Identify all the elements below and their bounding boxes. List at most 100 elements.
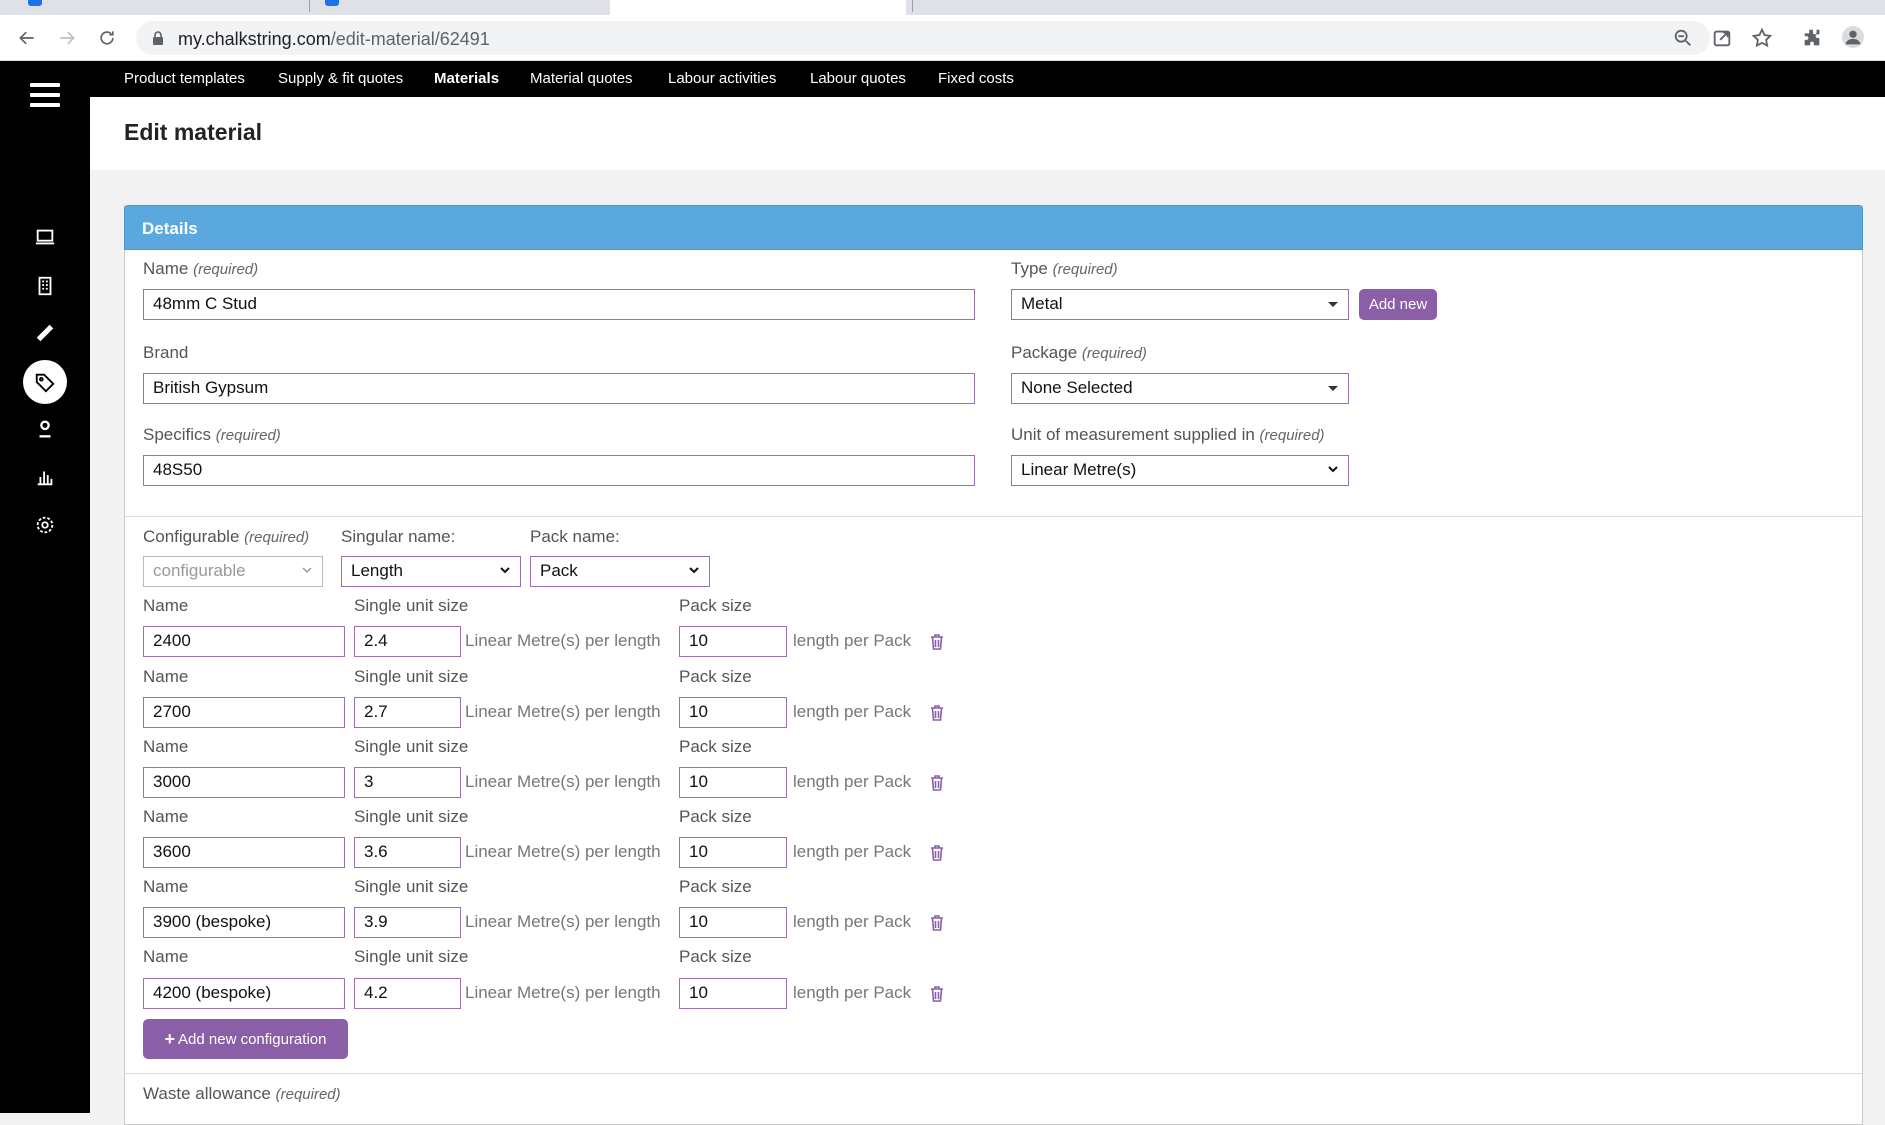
add-new-type-button[interactable]: Add new — [1359, 289, 1437, 320]
config-unit-size-label: Single unit size — [354, 877, 469, 896]
package-select[interactable]: None Selected — [1011, 373, 1349, 404]
trash-icon[interactable] — [930, 986, 944, 1002]
laptop-icon[interactable] — [23, 215, 67, 259]
pack-suffix: length per Pack — [793, 702, 912, 721]
page-title: Edit material — [124, 119, 263, 145]
config-unit-size-field[interactable]: 3 — [354, 767, 461, 798]
add-new-configuration-button[interactable]: + Add new configuration — [143, 1019, 348, 1059]
menu-icon[interactable] — [30, 83, 60, 107]
nav-labour-quotes[interactable]: Labour quotes — [810, 70, 906, 87]
config-unit-size-label: Single unit size — [354, 947, 469, 966]
unit-select[interactable]: Linear Metre(s) — [1011, 455, 1349, 486]
config-name-field[interactable]: 4200 (bespoke) — [143, 978, 345, 1009]
tab-favicon-icon — [28, 0, 42, 6]
share-icon[interactable] — [1711, 27, 1733, 49]
plus-icon: + — [164, 1028, 176, 1049]
caret-down-icon — [1328, 386, 1338, 391]
lock-icon — [153, 31, 163, 45]
configurable-label: Configurable (required) — [143, 527, 310, 546]
trash-icon[interactable] — [930, 634, 944, 650]
config-unit-size-label: Single unit size — [354, 807, 469, 826]
type-select[interactable]: Metal — [1011, 289, 1349, 320]
config-unit-size-field[interactable]: 2.7 — [354, 697, 461, 728]
specifics-label: Specifics (required) — [143, 425, 281, 444]
ruler-icon[interactable] — [23, 311, 67, 355]
config-name-field[interactable]: 3600 — [143, 837, 345, 868]
profile-avatar-icon[interactable] — [1842, 26, 1866, 50]
pack-suffix: length per Pack — [793, 842, 912, 861]
config-pack-size-field[interactable]: 10 — [679, 907, 787, 938]
back-button[interactable] — [12, 23, 42, 53]
unit-suffix: Linear Metre(s) per length — [465, 631, 661, 650]
details-panel-header: Details — [124, 205, 1863, 250]
config-name-field[interactable]: 3000 — [143, 767, 345, 798]
pack-name-select[interactable]: Pack — [530, 556, 710, 587]
address-bar[interactable]: my.chalkstring.com/edit-material/62491 — [136, 21, 1710, 55]
chevron-down-icon — [302, 567, 312, 574]
nav-fixed-costs[interactable]: Fixed costs — [938, 70, 1014, 87]
name-field[interactable]: 48mm C Stud — [143, 289, 975, 320]
waste-allowance-label: Waste allowance (required) — [143, 1084, 341, 1103]
forward-button[interactable] — [52, 23, 82, 53]
trash-icon[interactable] — [930, 845, 944, 861]
arrow-right-icon — [60, 31, 75, 45]
config-name-label: Name — [143, 877, 189, 896]
trash-icon[interactable] — [930, 705, 944, 721]
caret-down-icon — [1328, 302, 1338, 307]
config-pack-size-field[interactable]: 10 — [679, 837, 787, 868]
pack-suffix: length per Pack — [793, 772, 912, 791]
browser-toolbar: my.chalkstring.com/edit-material/62491 — [0, 15, 1885, 61]
top-navigation: Product templates Supply & fit quotes Ma… — [90, 61, 1885, 97]
pack-suffix: length per Pack — [793, 912, 912, 931]
nav-materials[interactable]: Materials — [434, 70, 499, 87]
bookmark-star-icon[interactable] — [1751, 27, 1773, 49]
config-pack-size-label: Pack size — [679, 667, 752, 686]
chart-icon[interactable] — [23, 455, 67, 499]
config-name-field[interactable]: 3900 (bespoke) — [143, 907, 345, 938]
pack-suffix: length per Pack — [793, 631, 912, 650]
chevron-down-icon — [1328, 466, 1338, 473]
config-name-field[interactable]: 2400 — [143, 626, 345, 657]
config-name-label: Name — [143, 807, 189, 826]
tag-icon[interactable] — [23, 360, 67, 404]
config-pack-size-label: Pack size — [679, 947, 752, 966]
config-name-field[interactable]: 2700 — [143, 697, 345, 728]
config-unit-size-field[interactable]: 3.6 — [354, 837, 461, 868]
nav-labour-activities[interactable]: Labour activities — [668, 70, 776, 87]
config-unit-size-field[interactable]: 3.9 — [354, 907, 461, 938]
singular-name-select[interactable]: Length — [341, 556, 521, 587]
unit-suffix: Linear Metre(s) per length — [465, 983, 661, 1002]
name-label: Name (required) — [143, 259, 259, 278]
config-name-label: Name — [143, 737, 189, 756]
extensions-icon[interactable] — [1801, 27, 1823, 49]
config-pack-size-label: Pack size — [679, 596, 752, 615]
tab-favicon-icon — [325, 0, 339, 6]
nav-material-quotes[interactable]: Material quotes — [530, 70, 633, 87]
building-icon[interactable] — [23, 264, 67, 308]
nav-supply-fit-quotes[interactable]: Supply & fit quotes — [278, 70, 403, 87]
specifics-field[interactable]: 48S50 — [143, 455, 975, 486]
reload-icon — [100, 31, 114, 45]
reload-button[interactable] — [92, 23, 122, 53]
config-pack-size-field[interactable]: 10 — [679, 697, 787, 728]
brand-field[interactable]: British Gypsum — [143, 373, 975, 404]
pack-name-label: Pack name: — [530, 527, 620, 546]
trash-icon[interactable] — [930, 775, 944, 791]
config-pack-size-field[interactable]: 10 — [679, 978, 787, 1009]
package-label: Package (required) — [1011, 343, 1147, 362]
unit-suffix: Linear Metre(s) per length — [465, 772, 661, 791]
config-pack-size-field[interactable]: 10 — [679, 626, 787, 657]
trash-icon[interactable] — [930, 915, 944, 931]
user-icon[interactable] — [23, 407, 67, 451]
singular-name-label: Singular name: — [341, 527, 456, 546]
nav-product-templates[interactable]: Product templates — [124, 70, 245, 87]
browser-tab-active[interactable] — [610, 0, 906, 15]
settings-icon[interactable] — [23, 503, 67, 547]
browser-tab[interactable] — [0, 0, 305, 15]
config-unit-size-field[interactable]: 2.4 — [354, 626, 461, 657]
unit-suffix: Linear Metre(s) per length — [465, 702, 661, 721]
details-heading: Details — [142, 219, 198, 238]
zoom-icon[interactable] — [1672, 27, 1694, 49]
config-unit-size-field[interactable]: 4.2 — [354, 978, 461, 1009]
config-pack-size-field[interactable]: 10 — [679, 767, 787, 798]
